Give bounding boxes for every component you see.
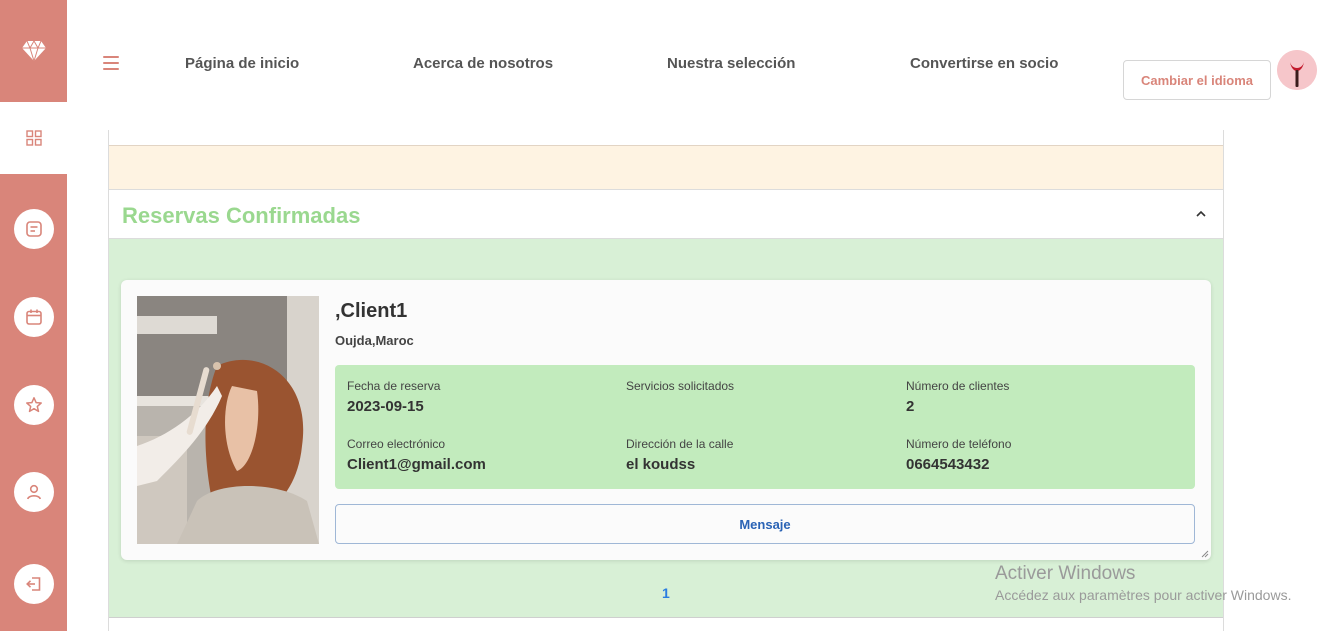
watermark-title: Activer Windows <box>995 563 1136 584</box>
field-label: Número de clientes <box>906 379 1010 393</box>
hamburger-menu-icon[interactable] <box>103 56 119 70</box>
messages-button[interactable] <box>14 209 54 249</box>
chevron-up-icon[interactable] <box>1195 208 1207 220</box>
client-name: ,Client1 <box>335 300 408 322</box>
nav-link-selection[interactable]: Nuestra selección <box>667 55 795 72</box>
logout-button[interactable] <box>14 564 54 604</box>
calendar-button[interactable] <box>14 297 54 337</box>
client-location: Oujda,Maroc <box>335 333 414 348</box>
requested-services-field: Servicios solicitados <box>626 379 734 398</box>
favorites-button[interactable] <box>14 385 54 425</box>
calendar-icon <box>26 309 42 325</box>
client-count-field: Número de clientes 2 <box>906 379 1009 415</box>
previous-section-bottom <box>109 130 1223 146</box>
nav-link-about[interactable]: Acerca de nosotros <box>413 55 553 72</box>
change-language-button[interactable]: Cambiar el idioma <box>1123 60 1271 100</box>
reservation-card: ,Client1 Oujda,Maroc Fecha de reserva 20… <box>121 280 1211 560</box>
confirmed-reservations-header[interactable]: Reservas Confirmadas <box>109 190 1223 239</box>
avatar[interactable] <box>1277 50 1317 90</box>
client-photo <box>137 296 319 544</box>
nav-link-home[interactable]: Página de inicio <box>185 55 299 72</box>
reservation-details: Fecha de reserva 2023-09-15 Servicios so… <box>335 365 1195 489</box>
message-icon <box>26 221 42 237</box>
logout-icon <box>26 577 41 591</box>
confirmed-reservations-body: ,Client1 Oujda,Maroc Fecha de reserva 20… <box>109 239 1223 618</box>
watermark-subtitle: Accédez aux paramètres pour activer Wind… <box>995 587 1292 603</box>
dashboard-tab[interactable] <box>0 102 67 174</box>
phone-field: Número de teléfono 0664543432 <box>906 437 1011 473</box>
field-label: Fecha de reserva <box>347 379 441 393</box>
field-label: Número de teléfono <box>906 437 1012 451</box>
field-value: 0664543432 <box>906 456 990 473</box>
message-button[interactable]: Mensaje <box>335 504 1195 544</box>
star-icon <box>26 397 42 413</box>
email-field: Correo electrónico Client1@gmail.com <box>347 437 486 473</box>
field-value: 2 <box>906 398 915 415</box>
pending-section-band <box>109 146 1223 190</box>
field-value: el koudss <box>626 456 696 473</box>
field-value: Client1@gmail.com <box>347 456 486 473</box>
pagination-page-1[interactable]: 1 <box>662 585 670 601</box>
sidebar <box>0 0 67 631</box>
field-value: 2023-09-15 <box>347 398 424 415</box>
resize-handle-icon[interactable] <box>1201 550 1209 558</box>
top-navbar: Página de inicio Acerca de nosotros Nues… <box>67 0 1335 130</box>
street-address-field: Dirección de la calle el koudss <box>626 437 733 473</box>
section-title: Reservas Confirmadas <box>122 203 361 228</box>
field-label: Servicios solicitados <box>626 379 735 393</box>
windows-activation-watermark: Activer Windows Accédez aux paramètres p… <box>995 563 1291 603</box>
diamond-icon[interactable] <box>0 0 67 102</box>
nav-link-partner[interactable]: Convertirse en socio <box>910 55 1058 72</box>
field-label: Correo electrónico <box>347 437 446 451</box>
profile-button[interactable] <box>14 472 54 512</box>
user-icon <box>27 484 41 500</box>
reservation-date-field: Fecha de reserva 2023-09-15 <box>347 379 440 415</box>
field-label: Dirección de la calle <box>626 437 734 451</box>
dashboard-icon <box>25 130 42 146</box>
reservations-panel: Reservas Confirmadas ,Client1 Oujda,Maro… <box>108 130 1224 631</box>
